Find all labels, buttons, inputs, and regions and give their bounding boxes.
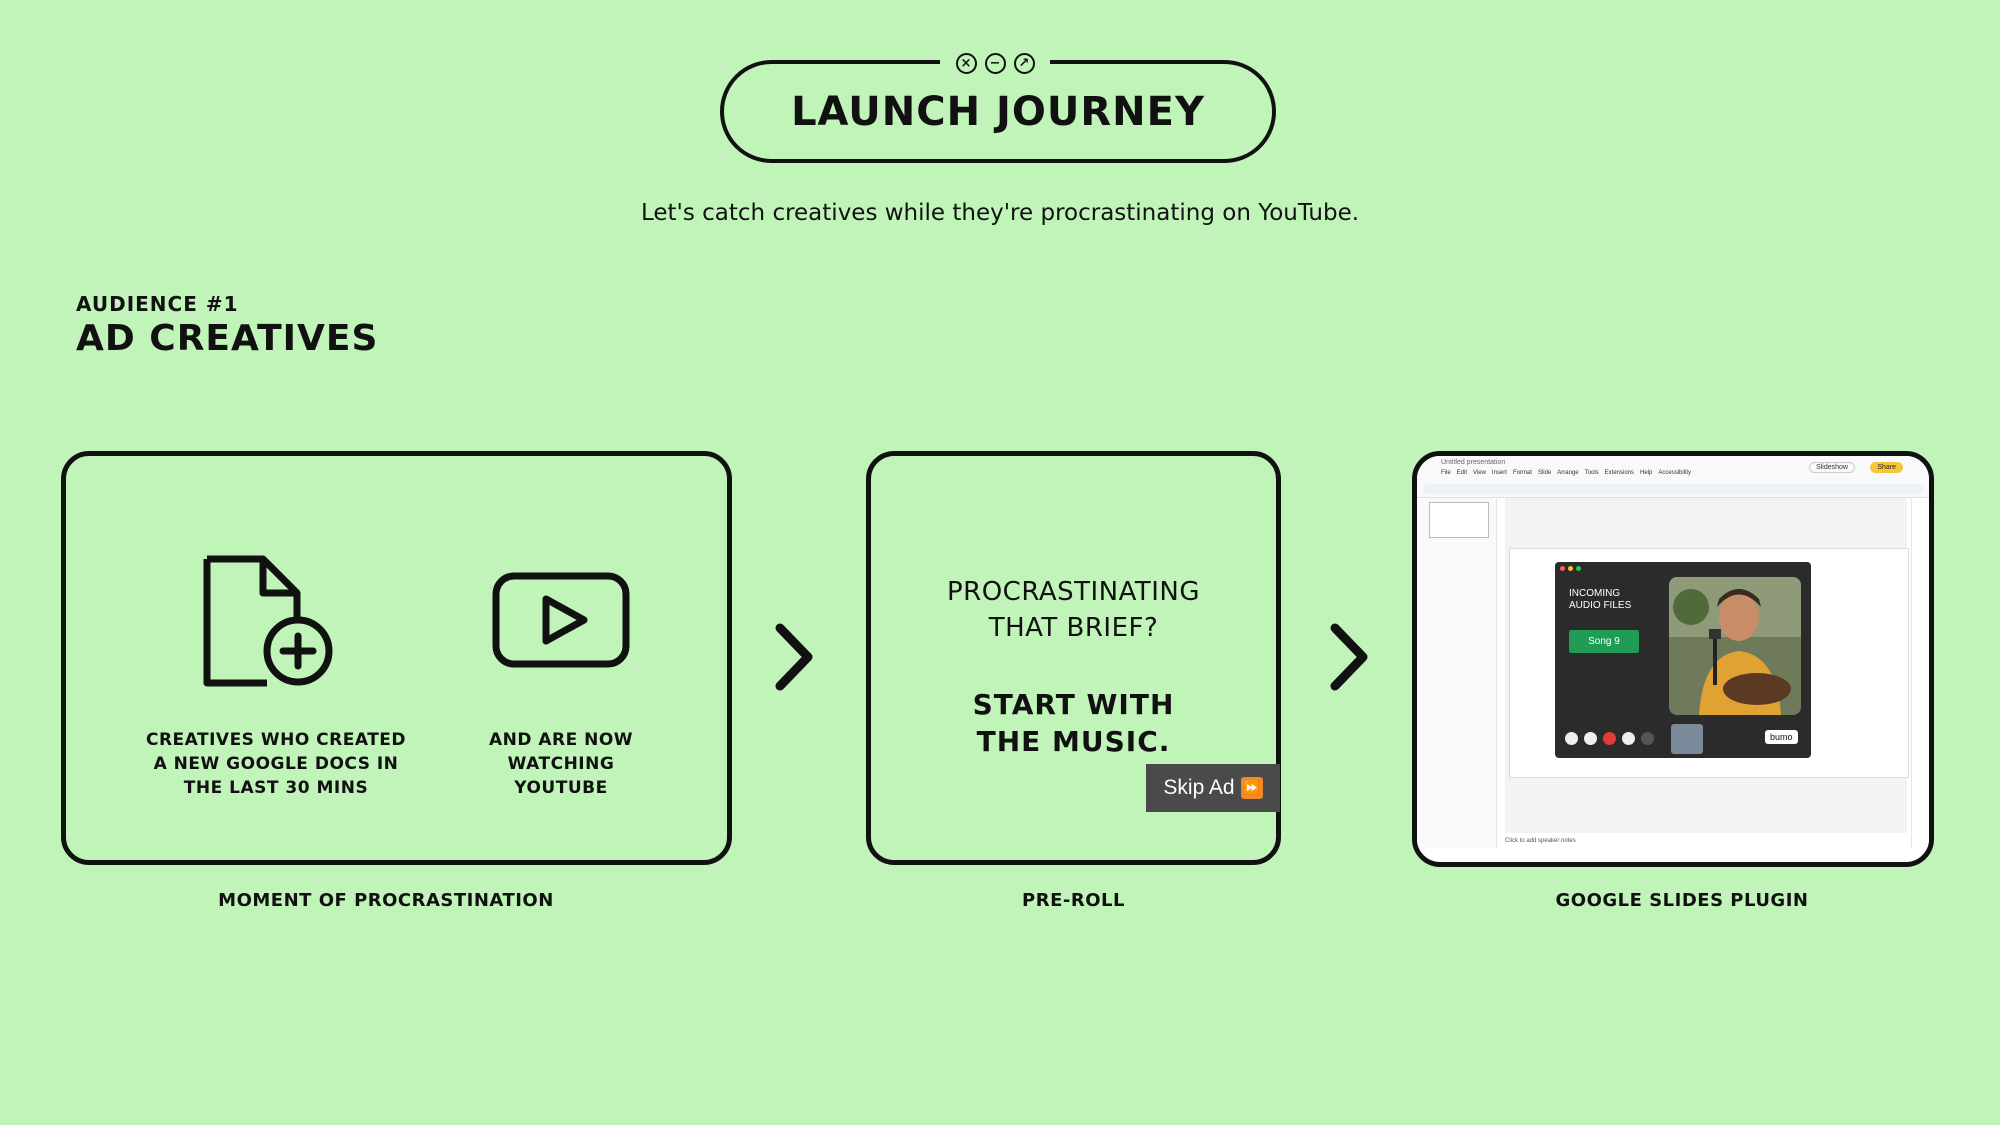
audience-kicker: AUDIENCE #1 [76, 292, 239, 316]
slides-menu-bar: File Edit View Insert Format Slide Arran… [1441, 470, 1691, 476]
brand-badge: bumo [1765, 730, 1798, 744]
chevron-right-icon [775, 623, 813, 691]
song-button[interactable]: Song 9 [1569, 630, 1639, 653]
slides-filmstrip [1417, 498, 1497, 848]
step-label-procrastination: MOMENT OF PROCRASTINATION [218, 890, 554, 911]
slides-side-panel [1911, 498, 1929, 848]
window-controls: × − ↗ [940, 49, 1050, 77]
step-label-slides-plugin: GOOGLE SLIDES PLUGIN [1555, 890, 1809, 911]
record-button[interactable] [1603, 732, 1616, 745]
close-icon[interactable]: × [955, 52, 977, 74]
skip-ad-label: Skip Ad [1163, 776, 1235, 799]
slides-doc-title: Untitled presentation [1441, 459, 1506, 466]
preroll-cta: START WITH THE MUSIC. [972, 688, 1175, 758]
menu-item[interactable]: Slide [1538, 470, 1551, 476]
fast-forward-icon: ⏩ [1240, 777, 1263, 799]
speaker-notes[interactable]: Click to add speaker notes [1505, 838, 1576, 844]
control-button[interactable] [1565, 732, 1578, 745]
audience-title: AD CREATIVES [76, 318, 379, 359]
youtube-play-icon [492, 572, 630, 668]
menu-item[interactable]: Extensions [1605, 470, 1634, 476]
plugin-heading: INCOMING AUDIO FILES [1569, 588, 1632, 611]
menu-item[interactable]: Tools [1585, 470, 1599, 476]
page-subtitle: Let's catch creatives while they're proc… [640, 200, 1360, 226]
menu-item[interactable]: File [1441, 470, 1451, 476]
menu-item[interactable]: Arrange [1557, 470, 1578, 476]
step-label-preroll: PRE-ROLL [1022, 890, 1125, 911]
slides-format-toolbar [1423, 484, 1923, 494]
slides-toolbar-area: Untitled presentation File Edit View Ins… [1417, 456, 1929, 498]
control-button[interactable] [1622, 732, 1635, 745]
maximize-icon[interactable]: ↗ [1013, 52, 1035, 74]
step-card-procrastination: CREATIVES WHO CREATED A NEW GOOGLE DOCS … [61, 451, 732, 865]
caption-google-docs: CREATIVES WHO CREATED A NEW GOOGLE DOCS … [145, 730, 407, 798]
menu-item[interactable]: Accessibility [1658, 470, 1691, 476]
control-button[interactable] [1641, 732, 1654, 745]
chevron-right-icon [1330, 623, 1368, 691]
preroll-headline: PROCRASTINATING THAT BRIEF? [946, 577, 1201, 643]
step-card-preroll: PROCRASTINATING THAT BRIEF? START WITH T… [866, 451, 1281, 865]
menu-item[interactable]: View [1473, 470, 1486, 476]
share-button[interactable]: Share [1870, 462, 1903, 473]
plugin-controls [1565, 732, 1654, 745]
audio-plugin-window: INCOMING AUDIO FILES Song 9 bumo [1555, 562, 1811, 758]
step-card-slides-plugin: Untitled presentation File Edit View Ins… [1412, 451, 1934, 867]
caption-youtube: AND ARE NOW WATCHING YOUTUBE [488, 730, 634, 798]
page-title: LAUNCH JOURNEY [791, 88, 1205, 135]
skip-ad-button[interactable]: Skip Ad ⏩ [1146, 764, 1280, 812]
plugin-window-dots [1560, 566, 1581, 571]
minimize-icon[interactable]: − [984, 52, 1006, 74]
menu-item[interactable]: Insert [1492, 470, 1507, 476]
musician-photo [1669, 577, 1801, 715]
menu-item[interactable]: Format [1513, 470, 1532, 476]
control-button[interactable] [1584, 732, 1597, 745]
menu-item[interactable]: Edit [1457, 470, 1467, 476]
participant-thumbnail [1671, 724, 1703, 754]
new-document-icon [203, 555, 333, 687]
slideshow-button[interactable]: Slideshow [1809, 462, 1855, 473]
slide-thumbnail[interactable] [1429, 502, 1489, 538]
menu-item[interactable]: Help [1640, 470, 1652, 476]
